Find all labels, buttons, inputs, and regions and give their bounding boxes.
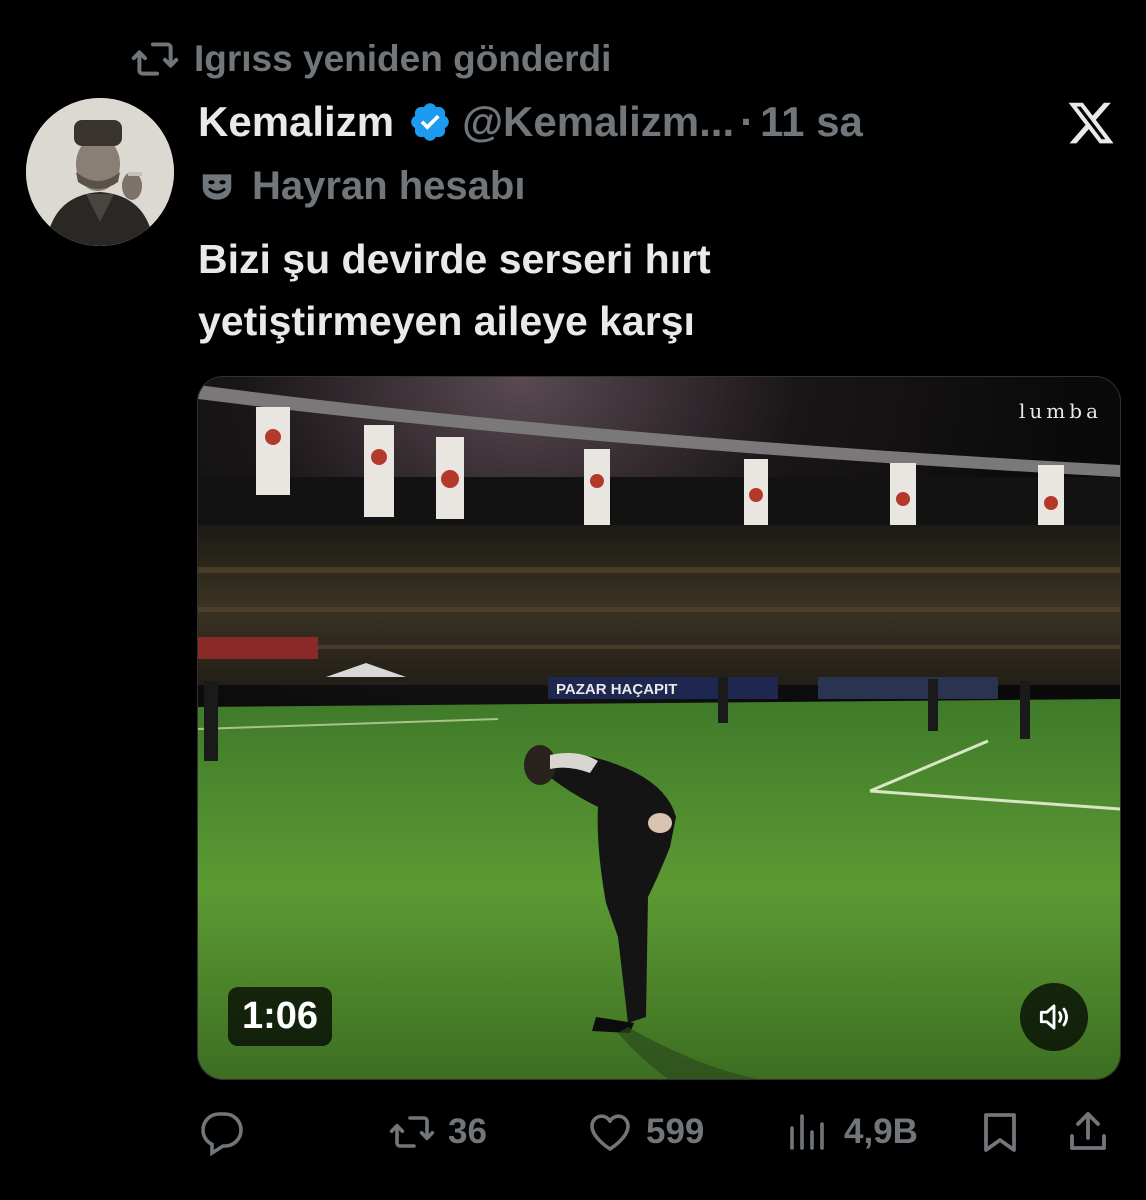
- stadium-banner-text: PAZAR HAÇAPIT: [556, 681, 677, 698]
- verified-badge-icon[interactable]: [408, 100, 452, 144]
- tweet-actions: 36 599 4,9B: [198, 1108, 1118, 1158]
- video-thumbnail: PAZAR HAÇAPIT: [198, 377, 1120, 1079]
- theater-masks-icon: [202, 173, 232, 200]
- video-player[interactable]: PAZAR HAÇAPIT lumba 1:06: [197, 376, 1121, 1080]
- timestamp[interactable]: 11 sa: [760, 98, 863, 146]
- repost-indicator[interactable]: Igrıss yeniden gönderdi: [130, 34, 611, 84]
- reply-icon: [201, 1112, 243, 1156]
- fan-account-text: Hayran hesabı: [252, 164, 526, 208]
- repost-icon: [131, 42, 179, 76]
- views-count: 4,9B: [844, 1112, 918, 1151]
- fan-account-label: Hayran hesabı: [198, 164, 525, 209]
- like-count: 599: [646, 1112, 705, 1151]
- like-button[interactable]: 599: [586, 1108, 704, 1156]
- video-duration: 1:06: [228, 987, 333, 1046]
- repost-count: 36: [448, 1112, 487, 1151]
- video-watermark: lumba: [1019, 399, 1102, 423]
- avatar[interactable]: [26, 98, 174, 246]
- volume-icon: [1039, 1004, 1068, 1030]
- handle[interactable]: @Kemalizm...: [462, 98, 734, 146]
- tweet-text-line: Bizi şu devirde serseri hırt: [198, 236, 711, 282]
- bookmark-button[interactable]: [976, 1108, 1024, 1156]
- tweet-text: Bizi şu devirde serseri hırt yetiştirmey…: [198, 228, 1098, 352]
- avatar-portrait: [26, 98, 174, 246]
- display-name[interactable]: Kemalizm: [198, 98, 394, 146]
- tweet-header: Kemalizm @Kemalizm... · 11 sa: [198, 98, 863, 146]
- repost-button[interactable]: 36: [388, 1108, 487, 1156]
- repost-icon: [389, 1116, 435, 1148]
- repost-text: Igrıss yeniden gönderdi: [194, 38, 612, 79]
- mute-button[interactable]: [1020, 983, 1088, 1051]
- heart-icon: [590, 1114, 630, 1151]
- tweet-page: Igrıss yeniden gönderdi Kemalizm @Kemali…: [0, 0, 1146, 1200]
- share-button[interactable]: [1064, 1108, 1112, 1156]
- x-logo-icon[interactable]: [1066, 98, 1116, 148]
- bookmark-icon: [984, 1113, 1016, 1152]
- reply-button[interactable]: [198, 1108, 246, 1156]
- views-button[interactable]: 4,9B: [784, 1108, 918, 1156]
- tweet-text-line: yetiştirmeyen aileye karşı: [198, 298, 695, 344]
- share-icon: [1070, 1112, 1106, 1150]
- separator-dot: ·: [740, 98, 755, 145]
- views-chart-icon: [790, 1114, 824, 1150]
